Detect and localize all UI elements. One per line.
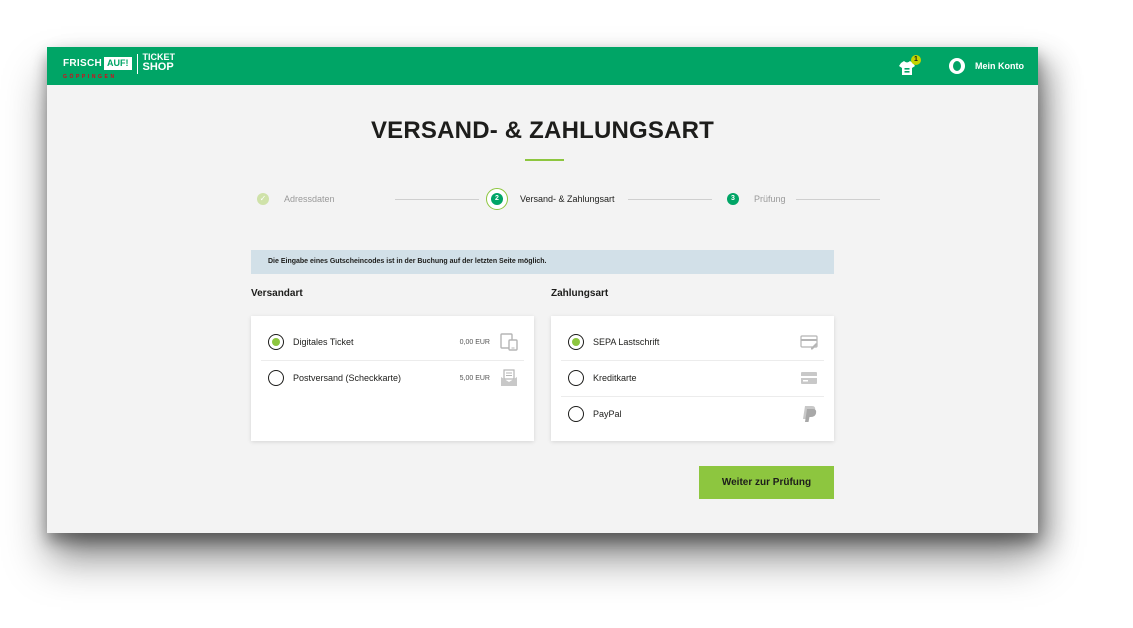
radio-kreditkarte[interactable]: [568, 370, 584, 386]
weiter-zur-pruefung-button[interactable]: Weiter zur Prüfung: [699, 466, 834, 499]
shipping-option-post[interactable]: Postversand (Scheckkarte) 5,00 EUR: [261, 360, 524, 396]
logo-frisch-text: FRISCH: [63, 58, 103, 69]
step-label: Adressdaten: [284, 194, 335, 204]
step-label: Prüfung: [754, 194, 786, 204]
top-navigation-bar: FRISCH AUF! GÖPPINGEN TICKET SHOP 1 Mein …: [47, 47, 1038, 85]
step-connector: [796, 199, 880, 200]
step-connector: [395, 199, 479, 200]
account-label: Mein Konto: [975, 61, 1024, 71]
versandart-heading: Versandart: [251, 288, 303, 299]
ticket-shop-logo[interactable]: FRISCH AUF! GÖPPINGEN TICKET SHOP: [63, 53, 175, 81]
radio-paypal[interactable]: [568, 406, 584, 422]
radio-postversand[interactable]: [268, 370, 284, 386]
title-underline: [525, 159, 564, 161]
zahlungsart-panel: SEPA Lastschrift Kreditkarte PayPal: [551, 316, 834, 441]
radio-digitales-ticket[interactable]: [268, 334, 284, 350]
cart-button[interactable]: 1: [899, 55, 921, 77]
account-link[interactable]: Mein Konto: [949, 57, 1024, 75]
logo-auf-text: AUF!: [104, 57, 132, 70]
step-connector: [628, 199, 712, 200]
shipping-option-label: Digitales Ticket: [293, 337, 354, 347]
versandart-panel: Digitales Ticket 0,00 EUR Postversand (S…: [251, 316, 534, 441]
shipping-option-label: Postversand (Scheckkarte): [293, 373, 402, 383]
shipping-option-price: 0,00 EUR: [459, 338, 490, 346]
payment-option-label: Kreditkarte: [593, 373, 637, 383]
sepa-card-icon: [800, 335, 818, 350]
user-avatar-icon: [949, 58, 965, 74]
step-number-3: 3: [727, 193, 739, 205]
shipping-option-digital[interactable]: Digitales Ticket 0,00 EUR: [261, 324, 524, 361]
credit-card-icon: [801, 372, 817, 384]
zahlungsart-heading: Zahlungsart: [551, 288, 609, 299]
page-title: VERSAND- & ZAHLUNGSART: [370, 117, 715, 144]
shipping-option-price: 5,00 EUR: [459, 374, 490, 382]
payment-option-paypal[interactable]: PayPal: [561, 396, 824, 432]
logo-shop-text: SHOP: [142, 61, 174, 73]
paypal-icon: [803, 406, 817, 422]
payment-option-label: PayPal: [593, 409, 622, 419]
step-pruefung: 3 Prüfung: [727, 187, 786, 211]
checkout-progress-stepper: ✓ Adressdaten 2 Versand- & Zahlungsart 3…: [257, 187, 880, 211]
step-versand-zahlungsart: 2 Versand- & Zahlungsart: [486, 187, 615, 211]
payment-option-sepa[interactable]: SEPA Lastschrift: [561, 324, 824, 361]
checkmark-icon: ✓: [257, 193, 269, 205]
cart-count-badge: 1: [911, 55, 921, 65]
logo-divider: [136, 54, 138, 74]
mobile-ticket-icon: [500, 333, 518, 351]
step-number-2: 2: [486, 188, 508, 210]
voucher-info-banner: Die Eingabe eines Gutscheincodes ist in …: [251, 250, 834, 274]
payment-option-creditcard[interactable]: Kreditkarte: [561, 360, 824, 397]
step-adressdaten[interactable]: ✓ Adressdaten: [257, 187, 335, 211]
radio-sepa-lastschrift[interactable]: [568, 334, 584, 350]
logo-city-text: GÖPPINGEN: [63, 74, 117, 80]
voucher-info-text: Die Eingabe eines Gutscheincodes ist in …: [268, 258, 547, 265]
mail-envelope-icon: [501, 369, 517, 386]
browser-page: FRISCH AUF! GÖPPINGEN TICKET SHOP 1 Mein …: [47, 47, 1038, 533]
payment-option-label: SEPA Lastschrift: [593, 337, 660, 347]
step-label: Versand- & Zahlungsart: [520, 194, 615, 204]
